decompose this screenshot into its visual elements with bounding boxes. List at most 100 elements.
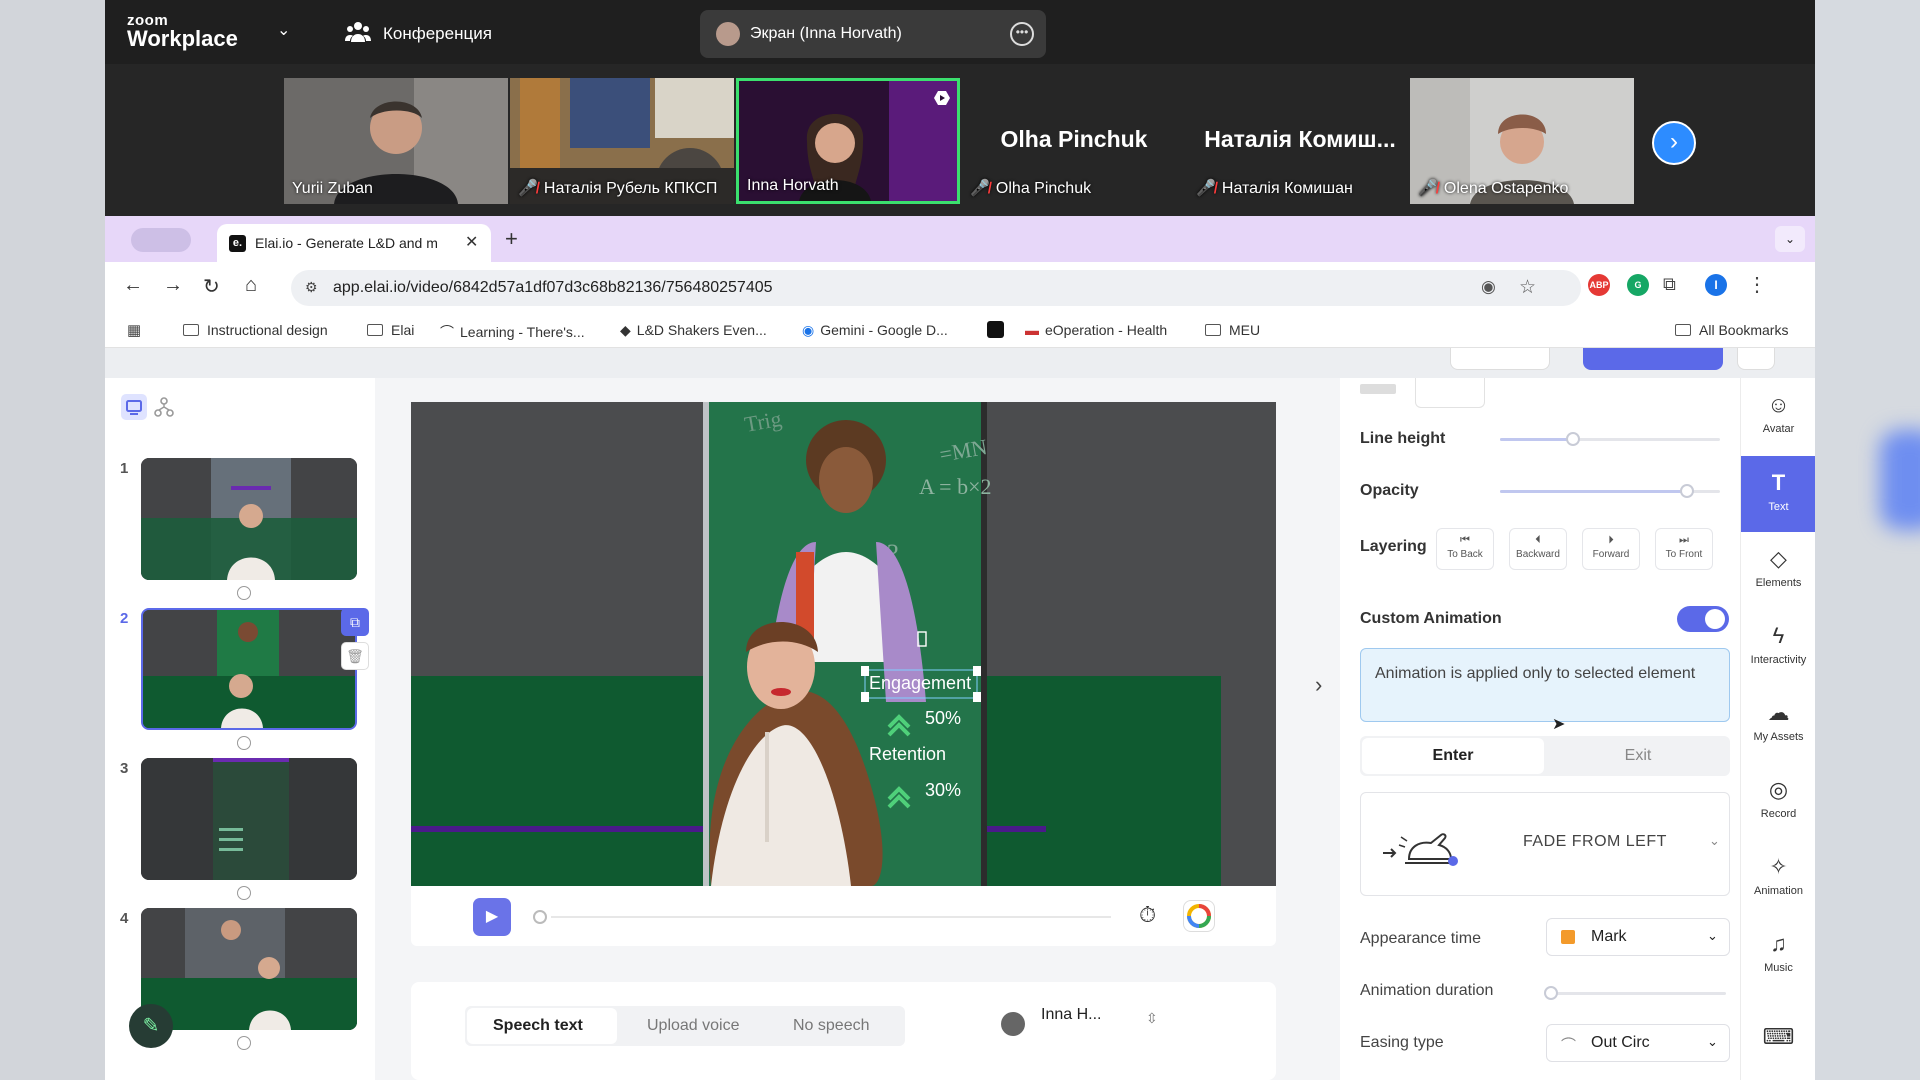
grammarly-icon[interactable]: G — [1627, 274, 1649, 296]
profile-avatar[interactable]: I — [1705, 274, 1727, 296]
all-bookmarks[interactable]: All Bookmarks — [1675, 322, 1788, 338]
sidebar-item-text[interactable]: T Text — [1741, 456, 1815, 532]
tab-groups-icon[interactable] — [131, 228, 191, 252]
back-icon[interactable]: ← — [123, 274, 143, 297]
sidebar-item-animation[interactable]: ✧ Animation — [1741, 840, 1815, 916]
opacity-slider-knob[interactable] — [1680, 484, 1694, 498]
link-icon[interactable] — [237, 886, 251, 900]
timer-off-icon[interactable]: ⏱ — [1139, 902, 1156, 928]
duplicate-icon[interactable]: ⧉ — [341, 608, 369, 636]
extensions-icon[interactable]: ⧉ — [1663, 274, 1676, 295]
engagement-value[interactable]: 50% — [925, 708, 961, 729]
backward-button[interactable]: ⏴ Backward — [1509, 528, 1567, 570]
menu-icon[interactable]: ⋮ — [1747, 272, 1767, 297]
timeline-knob[interactable] — [533, 910, 547, 924]
sidebar-item-keyboard[interactable]: ⌨ — [1741, 1018, 1815, 1058]
tab-exit[interactable]: Exit — [1548, 738, 1728, 774]
slide-thumbnail[interactable] — [141, 758, 357, 880]
video-settings-icon[interactable] — [933, 89, 951, 107]
reload-icon[interactable]: ↻ — [203, 274, 220, 299]
preview-button[interactable] — [1450, 348, 1550, 370]
slides-view-icon[interactable] — [121, 394, 147, 420]
bookmark-instructional-design[interactable]: Instructional design — [183, 322, 328, 338]
apps-icon[interactable]: ▦ — [127, 321, 141, 339]
slide-thumbnail-selected[interactable] — [141, 608, 357, 730]
slide-canvas[interactable]: Trig =MN ? — [411, 402, 1276, 886]
voice-selector[interactable]: Inna H... — [1041, 1006, 1101, 1024]
retention-value[interactable]: 30% — [925, 780, 961, 801]
conference-label[interactable]: Конференция — [383, 24, 492, 44]
play-button[interactable]: ▶ — [473, 898, 511, 936]
line-height-slider-knob[interactable] — [1565, 432, 1580, 446]
bookmark-elai-icon[interactable] — [987, 321, 1004, 338]
new-tab-button[interactable]: + — [505, 226, 518, 252]
trash-icon[interactable]: 🗑 — [341, 642, 369, 670]
color-wheel-button[interactable] — [1183, 900, 1215, 932]
tree-view-icon[interactable] — [151, 394, 177, 420]
sidebar-item-my-assets[interactable]: ☁ My Assets — [1741, 686, 1815, 762]
eye-icon[interactable]: ◉ — [1481, 277, 1496, 297]
adblock-icon[interactable]: ABP — [1588, 274, 1610, 296]
link-icon[interactable] — [237, 736, 251, 750]
engagement-text[interactable]: Engagement — [869, 673, 971, 694]
participant-tile[interactable]: Olha Pinchuk 🎤̸ Olha Pinchuk — [962, 78, 1186, 204]
appearance-time-dropdown[interactable]: Mark ⌄ — [1546, 918, 1730, 956]
link-icon[interactable] — [237, 1036, 251, 1050]
animation-name: FADE FROM LEFT — [1523, 833, 1667, 850]
to-front-button[interactable]: ⏭ To Front — [1655, 528, 1713, 570]
chevron-right-icon[interactable]: › — [1315, 672, 1322, 698]
size-input[interactable] — [1415, 378, 1485, 408]
retention-text[interactable]: Retention — [869, 744, 946, 765]
participant-tile[interactable]: Наталія Комиш... 🎤̸ Наталія Комишан — [1188, 78, 1412, 204]
chevron-down-icon[interactable]: ⌄ — [277, 20, 290, 40]
site-settings-icon[interactable]: ⚙ — [305, 279, 323, 297]
slide-thumbnail[interactable] — [141, 908, 357, 1030]
sidebar-item-music[interactable]: ♫ Music — [1741, 917, 1815, 993]
custom-animation-toggle[interactable] — [1677, 606, 1729, 632]
more-icon[interactable]: ••• — [1010, 22, 1034, 46]
tab-enter[interactable]: Enter — [1362, 738, 1544, 774]
animation-duration-knob[interactable] — [1544, 986, 1558, 1000]
slide-thumbnail[interactable] — [141, 458, 357, 580]
link-icon[interactable] — [237, 586, 251, 600]
render-button[interactable] — [1583, 348, 1723, 370]
sidebar-item-elements[interactable]: ◇ Elements — [1741, 532, 1815, 608]
address-bar[interactable]: ⚙ app.elai.io/video/6842d57a1df07d3c68b8… — [291, 270, 1581, 306]
more-button[interactable] — [1737, 348, 1775, 370]
easing-type-dropdown[interactable]: ⌒ Out Circ ⌄ — [1546, 1024, 1730, 1062]
bookmark-gemini[interactable]: ◉ Gemini - Google D... — [802, 322, 948, 339]
animation-selector[interactable]: FADE FROM LEFT ⌄ — [1360, 792, 1730, 896]
forward-button[interactable]: ⏵ Forward — [1582, 528, 1640, 570]
tab-speech-text[interactable]: Speech text — [493, 1017, 583, 1035]
forward-icon[interactable]: → — [163, 274, 183, 297]
home-icon[interactable]: ⌂ — [245, 274, 257, 297]
close-icon[interactable]: ✕ — [465, 232, 478, 252]
timeline-track[interactable] — [551, 916, 1111, 918]
bookmark-eoperation[interactable]: ▬ eOperation - Health — [1025, 322, 1167, 338]
tab-no-speech[interactable]: No speech — [793, 1017, 870, 1035]
participant-tile[interactable]: 🎤̸ Olena Ostapenko — [1410, 78, 1634, 204]
sidebar-label: Elements — [1755, 577, 1802, 589]
animation-duration-slider[interactable] — [1550, 992, 1726, 995]
participant-tile[interactable]: Yurii Zuban — [284, 78, 508, 204]
bookmark-meu[interactable]: MEU — [1205, 322, 1260, 338]
participant-tile[interactable]: 🎤̸ Наталія Рубель КПКСП — [510, 78, 734, 204]
slide-preview — [141, 908, 357, 1030]
bookmark-elai[interactable]: Elai — [367, 322, 414, 338]
voice-sort-icon[interactable]: ⇳ — [1146, 1010, 1158, 1027]
tab-upload-voice[interactable]: Upload voice — [647, 1017, 740, 1035]
browser-tab-active[interactable]: e. Elai.io - Generate L&D and m ✕ — [217, 224, 491, 262]
chevron-down-icon[interactable]: ⌄ — [1709, 833, 1720, 849]
sidebar-item-record[interactable]: ◎ Record — [1741, 763, 1815, 839]
bookmark-ld-shakers[interactable]: ◆ L&D Shakers Even... — [620, 322, 767, 339]
bookmark-learning[interactable]: ⌒ Learning - There's... — [440, 322, 585, 342]
to-back-button[interactable]: ⏮ To Back — [1436, 528, 1494, 570]
sidebar-item-avatar[interactable]: ☺ Avatar — [1741, 378, 1815, 454]
participant-tile-active[interactable]: Inna Horvath — [736, 78, 960, 204]
screen-share-tab[interactable]: Экран (Inna Horvath) ••• — [700, 10, 1046, 58]
next-participants-button[interactable]: › — [1652, 121, 1696, 165]
star-icon[interactable]: ☆ — [1519, 276, 1536, 299]
edit-pen-button[interactable]: ✎ — [129, 1004, 173, 1048]
tab-search-button[interactable]: ⌄ — [1775, 226, 1805, 252]
sidebar-item-interactivity[interactable]: ϟ Interactivity — [1741, 609, 1815, 685]
